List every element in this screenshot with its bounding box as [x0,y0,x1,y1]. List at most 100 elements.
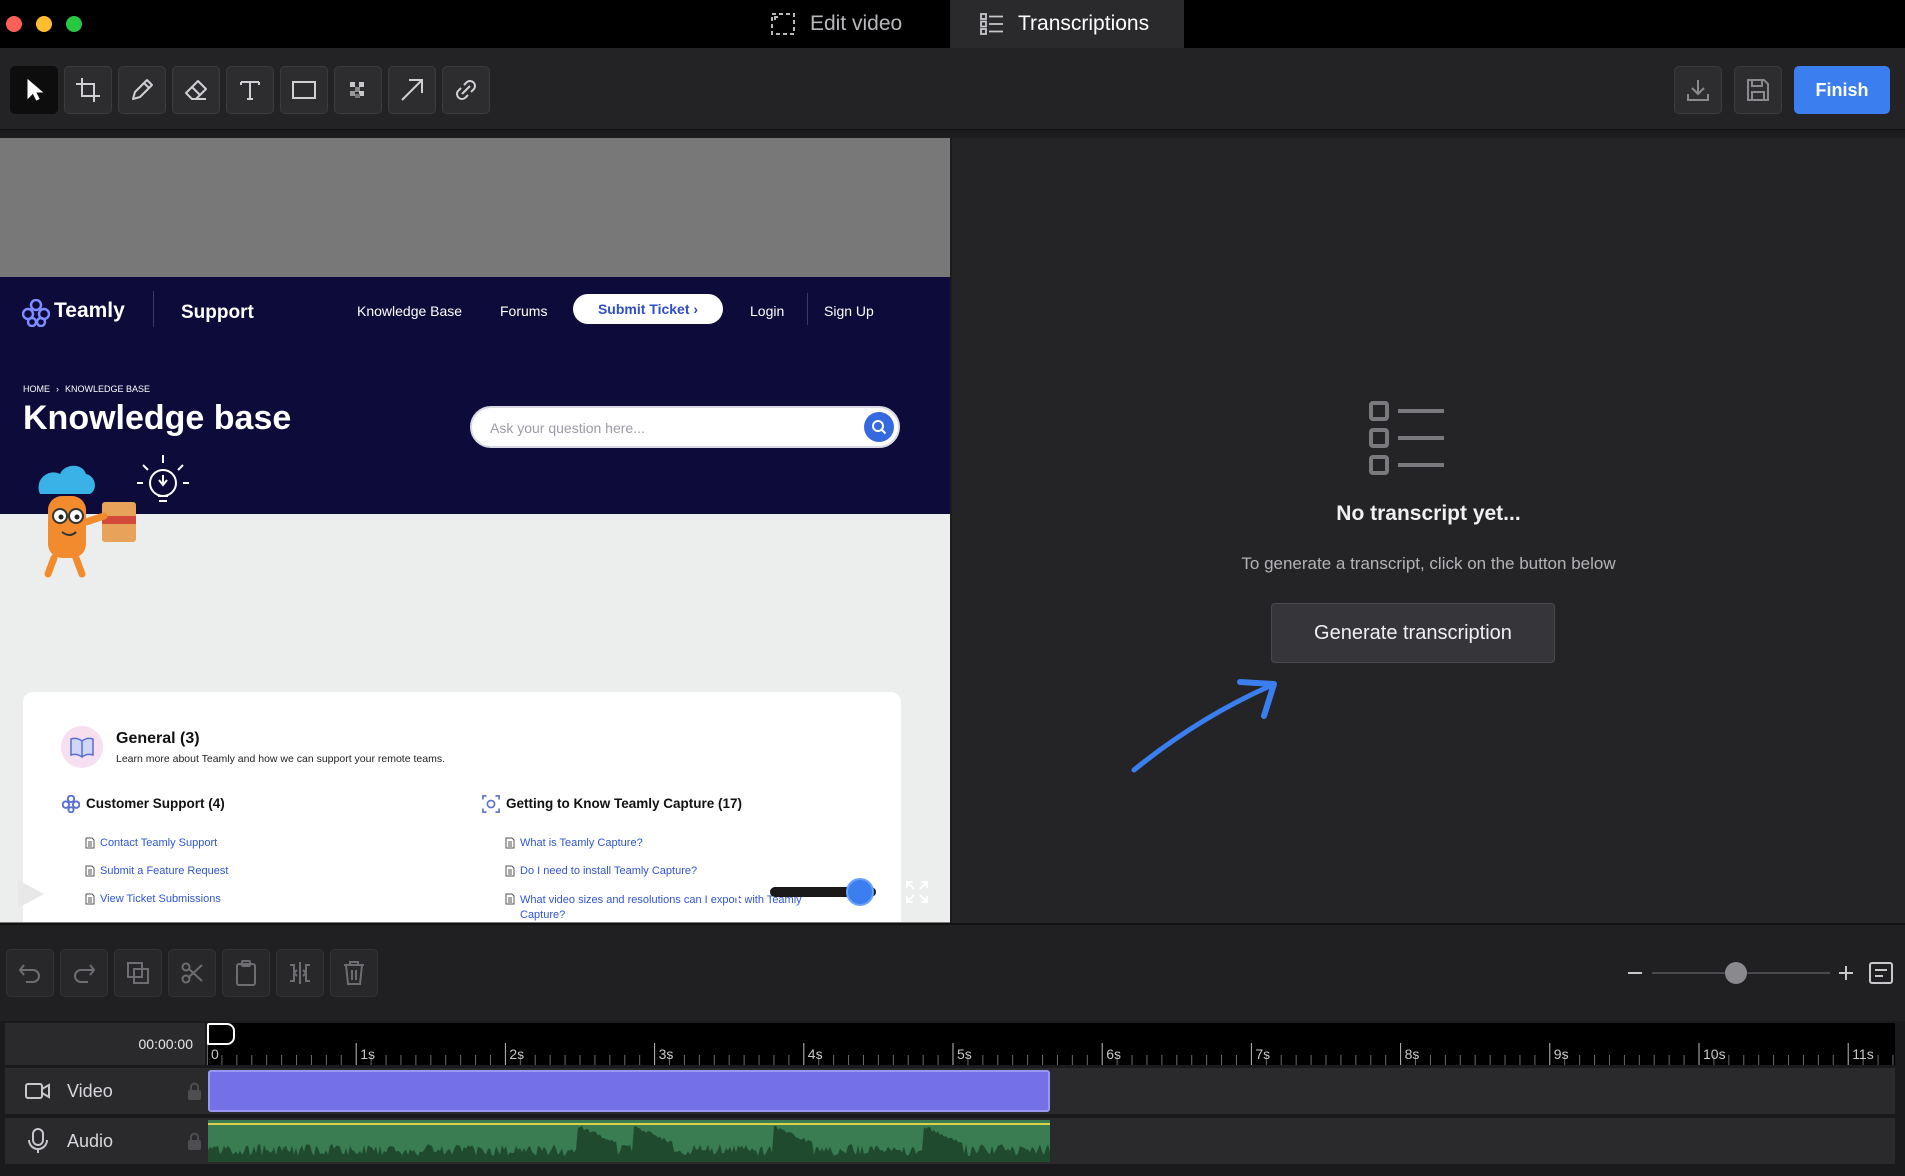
video-clip[interactable] [208,1070,1050,1112]
general-title[interactable]: General (3) [116,730,200,748]
link-text: Submit a Feature Request [100,865,229,877]
pencil-tool-button[interactable] [118,66,166,114]
eraser-tool-button[interactable] [172,66,220,114]
nav-login[interactable]: Login [750,303,784,319]
video-camera-icon [25,1083,50,1099]
link-text: Contact Teamly Support [100,837,218,849]
blur-tool-button[interactable] [334,66,382,114]
link-text: What is Teamly Capture? [520,837,643,849]
fullscreen-icon[interactable] [905,880,929,904]
list-item[interactable]: What video sizes and resolutions can I e… [505,885,802,922]
document-icon [505,837,515,849]
finish-button[interactable]: Finish [1794,66,1890,114]
book-avatar [61,726,103,768]
tab-edit-video[interactable]: Edit video [770,0,902,48]
generate-transcription-button[interactable]: Generate transcription [1271,603,1555,663]
lock-icon[interactable] [187,1082,202,1100]
undo-button[interactable] [6,949,54,997]
arrow-tool-button[interactable] [388,66,436,114]
link-tool-button[interactable] [442,66,490,114]
nav-divider [807,293,808,325]
fit-timeline-icon[interactable] [1868,961,1894,985]
kb-search-input[interactable]: Ask your question here... [470,406,900,448]
maximize-window-button[interactable] [66,16,82,32]
zoom-out-icon[interactable] [1628,972,1642,974]
tab-label: Edit video [810,12,903,35]
customer-support-title[interactable]: Customer Support (4) [86,796,225,811]
cut-button[interactable] [168,949,216,997]
zoom-slider-handle[interactable] [1724,962,1747,984]
site-section: Support [181,302,254,323]
volume-icon[interactable] [727,878,753,906]
time-ruler[interactable]: 0 1s 2s 3s 4s 5s 6s 7s 8s 9s 10s 11s [207,1023,1895,1065]
microphone-icon [28,1128,48,1153]
breadcrumb: HOME › KNOWLEDGE BASE [23,384,150,394]
arrow-icon [401,79,423,101]
list-item[interactable]: Contact Teamly Support [85,829,228,857]
ruler-tick-label: 4s [808,1046,823,1062]
drawing-toolbar: Finish [0,48,1905,130]
minimize-window-button[interactable] [36,16,52,32]
submit-ticket-button[interactable]: Submit Ticket › [573,294,723,324]
link-text: What video sizes and resolutions can I e… [520,894,802,906]
close-window-button[interactable] [6,16,22,32]
blur-icon [350,82,364,98]
pointer-arrow-icon [1131,679,1277,773]
document-icon [85,893,95,905]
document-icon [505,865,515,877]
text-icon [240,81,260,100]
nav-signup[interactable]: Sign Up [824,303,874,319]
video-frame: Teamly Support Knowledge Base Forums Sub… [0,277,950,922]
crop-tool-button[interactable] [64,66,112,114]
search-icon [872,420,887,435]
copy-button[interactable] [114,949,162,997]
playhead-handle[interactable] [207,1023,235,1045]
breadcrumb-home[interactable]: HOME [23,384,50,394]
split-button[interactable] [276,949,324,997]
select-tool-button[interactable] [10,66,58,114]
text-tool-button[interactable] [226,66,274,114]
save-icon [1747,79,1769,101]
volume-slider-handle[interactable] [846,878,875,906]
save-button[interactable] [1734,66,1782,114]
scissors-icon [181,962,203,984]
clipboard-icon [236,960,256,986]
ruler-tick-label: 9s [1554,1046,1569,1062]
list-item[interactable]: Submit a Feature Request [85,857,228,885]
ruler-tick-label: 11s [1852,1046,1874,1062]
kb-card: General (3) Learn more about Teamly and … [23,692,901,922]
link-icon [456,80,476,100]
list-item[interactable]: Do I need to install Teamly Capture? [505,857,802,885]
search-button[interactable] [864,412,894,442]
breadcrumb-sep: › [56,384,59,394]
video-preview: Teamly Support Knowledge Base Forums Sub… [0,138,950,923]
list-item[interactable]: What is Teamly Capture? [505,829,802,857]
zoom-in-icon[interactable] [1838,965,1854,981]
list-item[interactable]: View Ticket Submissions [85,885,228,913]
transcript-list-icon [1369,401,1444,475]
audio-clip[interactable] [208,1120,1050,1162]
rectangle-tool-button[interactable] [280,66,328,114]
split-icon [290,962,310,984]
teamly-logo-icon [22,299,50,327]
nav-forums[interactable]: Forums [500,303,547,319]
delete-button[interactable] [330,949,378,997]
ruler-tick-label: 2s [509,1046,524,1062]
crop-icon [76,78,100,102]
ruler-tick-label: 1s [360,1046,375,1062]
empty-transcript-title: No transcript yet... [1336,502,1521,525]
tab-transcriptions[interactable]: Transcriptions [950,0,1184,48]
breadcrumb-current: KNOWLEDGE BASE [65,384,151,394]
time-display-box: 00:00:00 [5,1023,205,1065]
download-button[interactable] [1674,66,1722,114]
redo-button[interactable] [60,949,108,997]
nav-knowledge-base[interactable]: Knowledge Base [357,303,462,319]
paste-button[interactable] [222,949,270,997]
play-button[interactable] [16,878,46,910]
timeline-toolbar [0,923,1905,1021]
search-placeholder: Ask your question here... [490,420,645,436]
lock-icon[interactable] [187,1132,202,1150]
ruler-tick-label: 6s [1106,1046,1121,1062]
getting-to-know-title[interactable]: Getting to Know Teamly Capture (17) [506,796,742,811]
rectangle-icon [292,81,316,99]
